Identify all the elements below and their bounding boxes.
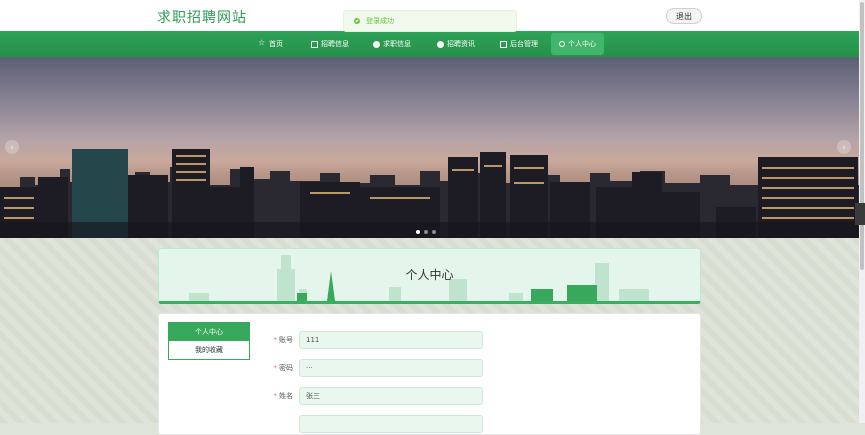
carousel-prev-button[interactable]: ‹: [5, 140, 19, 154]
nav-item-home[interactable]: 首页: [258, 31, 283, 57]
field-label-text: 姓名: [279, 392, 293, 400]
form-row-name: * 姓名 张三: [267, 387, 483, 405]
carousel-dot[interactable]: [416, 230, 420, 234]
dashboard-icon: [500, 40, 507, 48]
nav-item-label: 招聘资讯: [447, 40, 475, 48]
nav-item-admin[interactable]: 后台管理: [500, 31, 538, 57]
success-check-icon: [354, 18, 360, 24]
toast-message: 登录成功: [366, 17, 394, 25]
next-field-input[interactable]: [299, 415, 483, 433]
form-row-password: * 密码 ···: [267, 359, 483, 377]
menu-item-favorites[interactable]: 我的收藏: [169, 341, 249, 359]
name-input[interactable]: 张三: [299, 387, 483, 405]
page-title-card: 个人中心: [158, 248, 701, 304]
profile-side-menu: 个人中心 我的收藏: [168, 322, 250, 360]
star-icon: [258, 38, 266, 48]
info-icon: [373, 40, 380, 48]
login-success-toast: 登录成功: [343, 10, 517, 32]
field-label: * 密码: [267, 363, 294, 373]
nav-item-seekers[interactable]: 求职信息: [373, 31, 411, 57]
nav-item-jobs[interactable]: 招聘信息: [311, 31, 349, 57]
hero-banner: [0, 57, 859, 238]
password-input[interactable]: ···: [299, 359, 483, 377]
logout-button[interactable]: 退出: [666, 8, 702, 24]
nav-item-label: 招聘信息: [321, 40, 349, 48]
account-input[interactable]: 111: [299, 331, 483, 349]
required-marker: *: [273, 392, 278, 400]
field-label: * 姓名: [267, 391, 294, 401]
site-title[interactable]: 求职招聘网站: [157, 7, 247, 27]
carousel-next-button[interactable]: ›: [837, 140, 851, 154]
carousel-dot[interactable]: [432, 230, 436, 234]
city-skyline-image: [0, 137, 859, 238]
nav-item-label: 首页: [269, 40, 283, 48]
required-marker: *: [273, 336, 278, 344]
field-label-text: 密码: [279, 364, 293, 372]
profile-panel: 个人中心 我的收藏 * 账号 111 * 密码 ··· * 姓名 张三: [158, 313, 701, 435]
field-label-text: 账号: [279, 336, 293, 344]
nav-item-label: 后台管理: [510, 40, 538, 48]
side-drawer-tab[interactable]: [855, 203, 865, 225]
scrollbar-thumb[interactable]: [860, 2, 864, 270]
nav-item-label: 求职信息: [383, 40, 411, 48]
carousel-dot[interactable]: [424, 230, 428, 234]
carousel-indicators: [416, 230, 436, 234]
user-icon: [559, 41, 565, 47]
briefcase-icon: [311, 40, 318, 48]
form-row-next: [267, 415, 483, 433]
field-label: * 账号: [267, 335, 294, 345]
main-nav: 首页 招聘信息 求职信息 招聘资讯 后台管理 个人中心: [0, 31, 865, 57]
nav-item-label: 个人中心: [568, 40, 596, 48]
nav-item-profile[interactable]: 个人中心: [551, 33, 604, 55]
form-row-account: * 账号 111: [267, 331, 483, 349]
page-title: 个人中心: [405, 268, 454, 282]
news-icon: [437, 40, 444, 48]
nav-item-news[interactable]: 招聘资讯: [437, 31, 475, 57]
menu-item-profile[interactable]: 个人中心: [169, 323, 249, 341]
required-marker: *: [273, 364, 278, 372]
